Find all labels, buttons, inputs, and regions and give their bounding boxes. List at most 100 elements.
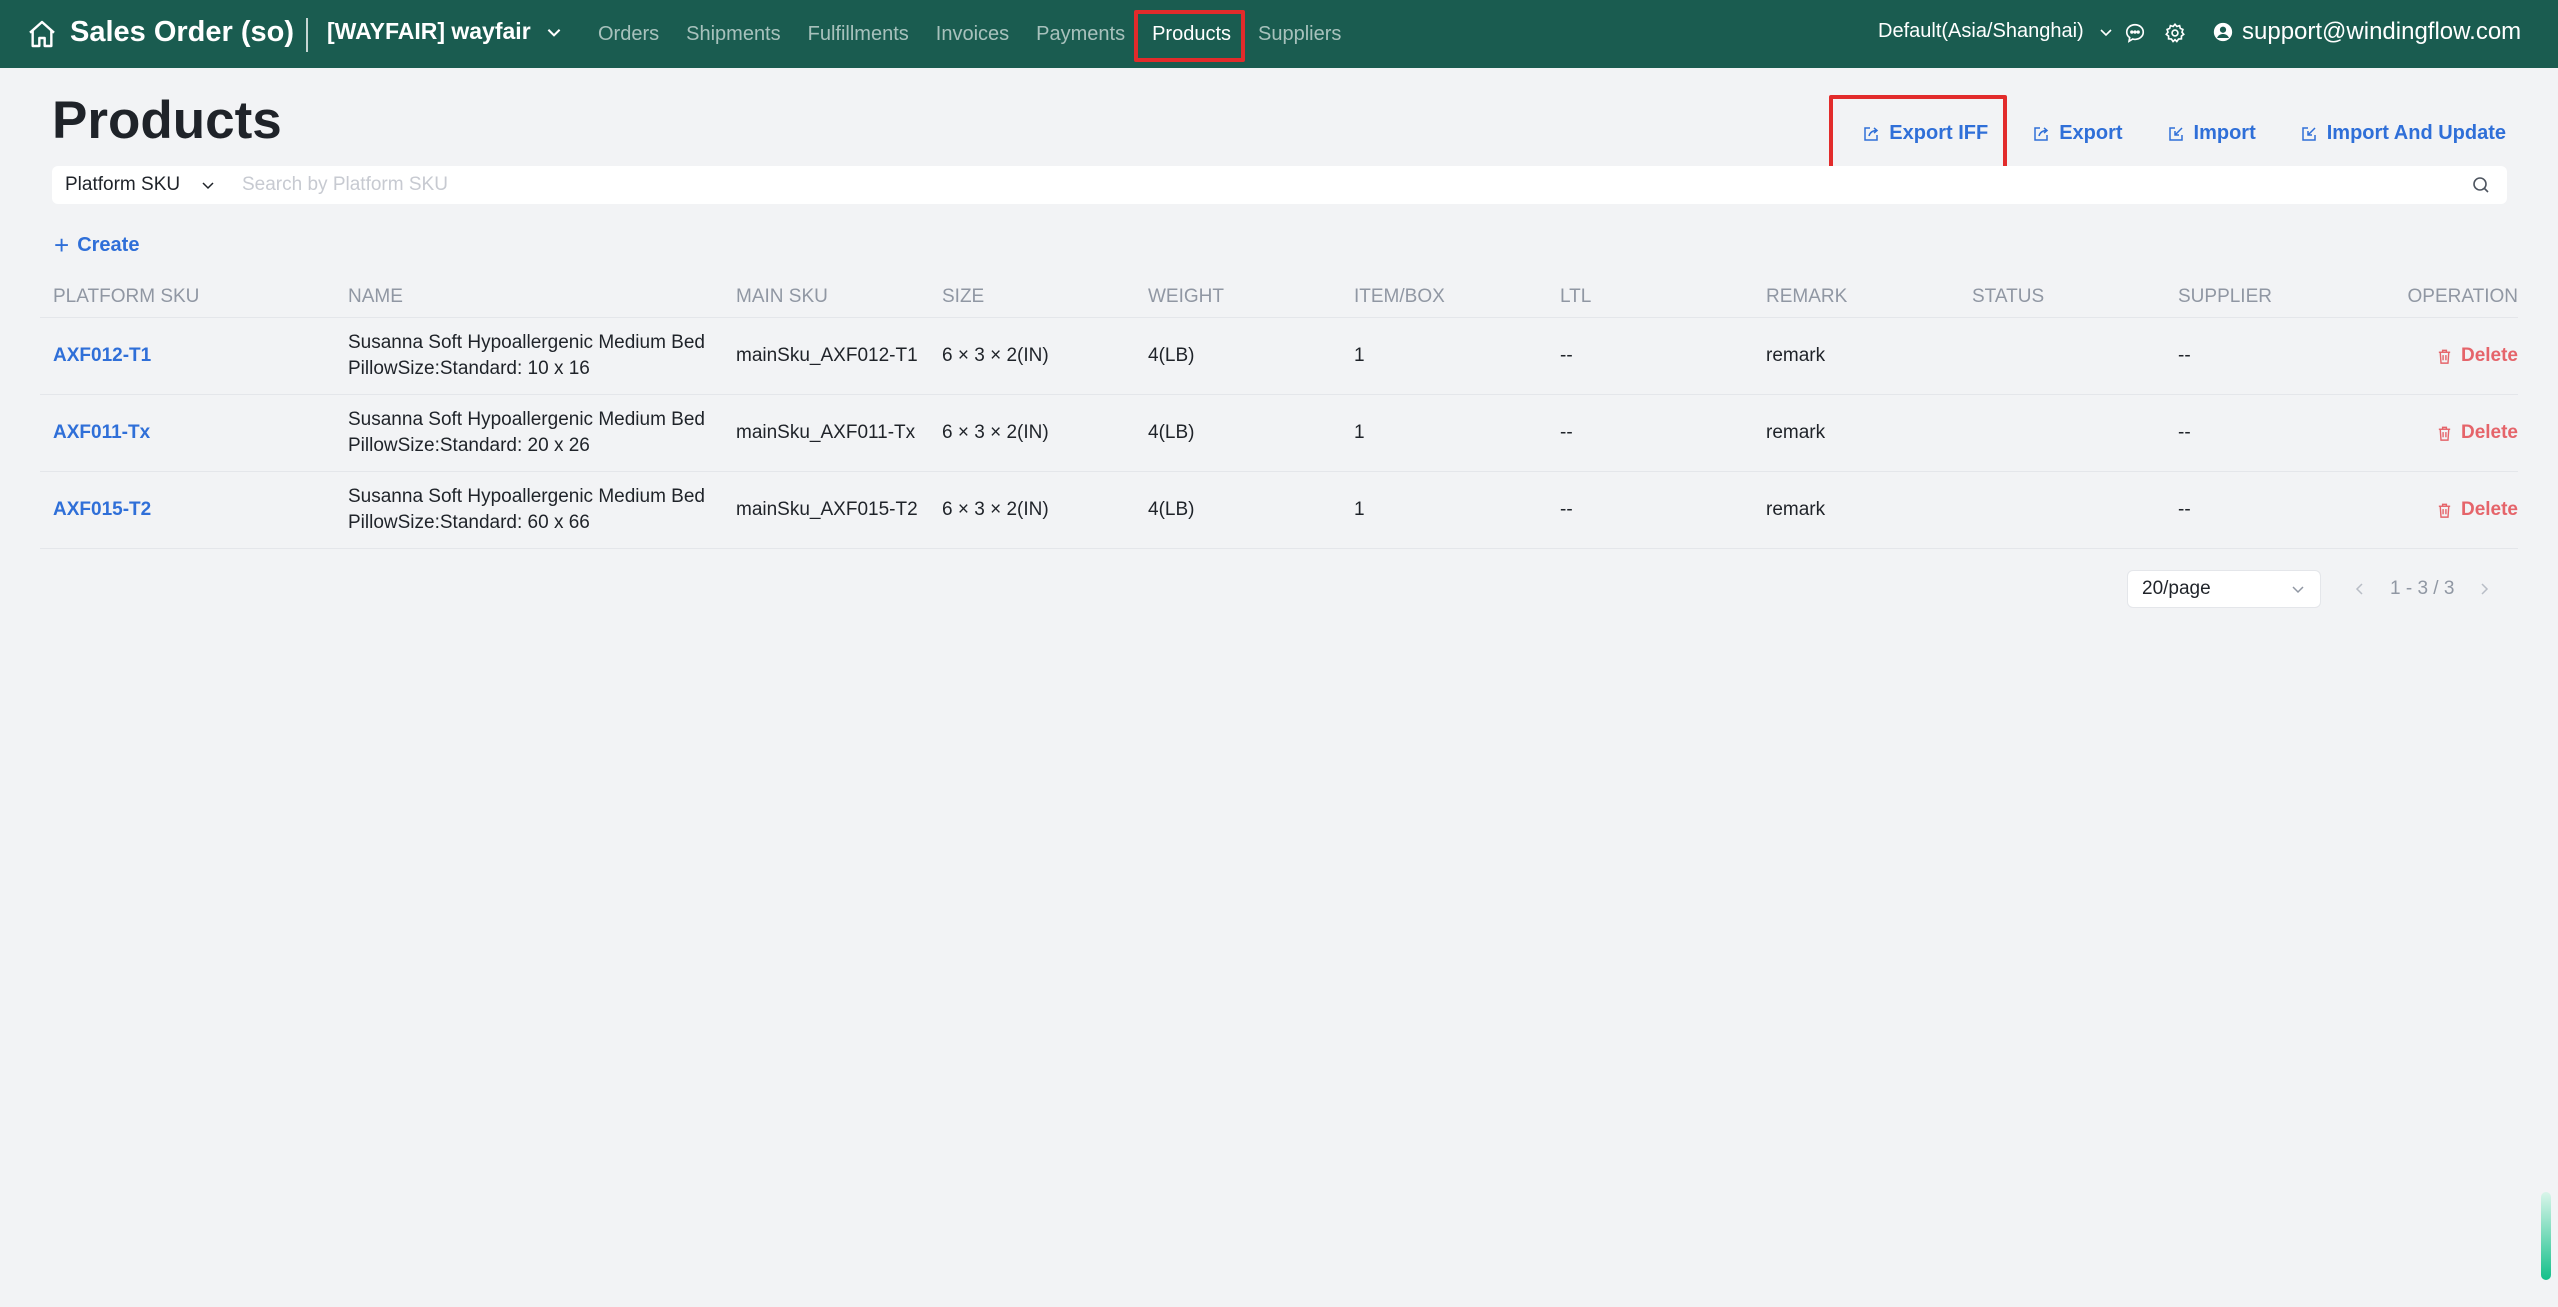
column-header-name: NAME xyxy=(348,285,403,307)
highlight-box xyxy=(1829,95,2008,175)
timezone-label: Default(Asia/Shanghai) xyxy=(1878,20,2084,42)
store-selector[interactable]: [WAYFAIR] wayfair xyxy=(327,18,563,45)
column-header-supplier: SUPPLIER xyxy=(2178,285,2272,307)
delete-label: Delete xyxy=(2460,499,2518,520)
supplier-value: -- xyxy=(2178,345,2191,366)
trash-icon xyxy=(2438,349,2451,364)
column-header-size: SIZE xyxy=(942,285,985,307)
product-name: Susanna Soft Hypoallergenic Medium Bed P… xyxy=(348,486,705,533)
user-email: support@windingflow.com xyxy=(2242,18,2522,45)
home-icon[interactable] xyxy=(26,18,58,50)
supplier-value: -- xyxy=(2178,499,2191,520)
export-label: Export xyxy=(2059,122,2123,144)
main-sku: mainSku_AXF011-Tx xyxy=(736,422,916,443)
weight-value: 4(LB) xyxy=(1148,345,1195,366)
item-box-value: 1 xyxy=(1354,422,1365,443)
supplier-value: -- xyxy=(2178,422,2191,443)
trash-icon xyxy=(2438,426,2451,441)
delete-label: Delete xyxy=(2460,422,2518,443)
top-navigation-bar: Sales Order (so) [WAYFAIR] wayfair Order… xyxy=(0,0,2558,68)
page-actions: Export IFF Export Import Import And Upda… xyxy=(1829,95,2506,175)
remark-value: remark xyxy=(1766,345,1826,366)
main-sku: mainSku_AXF015-T2 xyxy=(736,499,918,520)
import-icon xyxy=(2168,126,2183,141)
main-sku: mainSku_AXF012-T1 xyxy=(736,345,918,366)
highlight-box xyxy=(1134,9,1246,62)
import-label: Import xyxy=(2193,122,2256,144)
column-header-status: STATUS xyxy=(1972,285,2045,307)
chevron-down-icon xyxy=(202,182,214,190)
remark-value: remark xyxy=(1766,422,1826,443)
main-nav: Orders Shipments Fulfillments Invoices P… xyxy=(598,0,1368,68)
search-bar: Platform SKU xyxy=(52,166,2507,204)
nav-products[interactable]: Products xyxy=(1134,9,1246,62)
delete-button[interactable]: Delete xyxy=(2436,422,2518,444)
search-field-selector[interactable]: Platform SKU xyxy=(52,166,227,204)
search-input[interactable] xyxy=(227,166,2471,204)
title-divider xyxy=(306,18,308,52)
nav-payments[interactable]: Payments xyxy=(1036,23,1125,46)
user-icon xyxy=(2213,22,2233,42)
nav-shipments[interactable]: Shipments xyxy=(686,23,781,46)
column-header-main-sku: MAIN SKU xyxy=(736,285,828,307)
import-and-update-label: Import And Update xyxy=(2326,122,2506,144)
products-table: PLATFORM SKU NAME MAIN SKU SIZE WEIGHT I… xyxy=(40,276,2518,549)
import-icon xyxy=(2302,126,2316,141)
chat-icon[interactable] xyxy=(2124,22,2146,44)
nav-invoices[interactable]: Invoices xyxy=(936,23,1009,46)
delete-button[interactable]: Delete xyxy=(2436,499,2518,521)
export-iff-button[interactable]: Export IFF xyxy=(1829,95,2008,175)
export-icon xyxy=(2034,126,2049,141)
table-row: AXF012-T1 Susanna Soft Hypoallergenic Me… xyxy=(40,318,2518,395)
ltl-value: -- xyxy=(1560,345,1573,366)
search-field-label: Platform SKU xyxy=(65,174,181,195)
table-row: AXF011-Tx Susanna Soft Hypoallergenic Me… xyxy=(40,395,2518,472)
delete-button[interactable]: Delete xyxy=(2436,345,2518,367)
chevron-down-icon xyxy=(547,28,560,37)
user-menu[interactable]: support@windingflow.com xyxy=(2212,18,2521,46)
weight-value: 4(LB) xyxy=(1148,422,1195,443)
chevron-down-icon xyxy=(2292,586,2304,594)
product-name: Susanna Soft Hypoallergenic Medium Bed P… xyxy=(348,332,705,379)
page-size-label: 20/page xyxy=(2142,578,2211,599)
timezone-selector[interactable]: Default(Asia/Shanghai) xyxy=(1878,20,2114,43)
nav-suppliers[interactable]: Suppliers xyxy=(1258,23,1341,46)
pagination: 1 - 3 / 3 xyxy=(2352,570,2492,608)
scroll-indicator[interactable] xyxy=(2541,1192,2551,1280)
app-title: Sales Order (so) xyxy=(70,16,295,48)
size-value: 6 × 3 × 2(IN) xyxy=(942,499,1049,520)
page-size-selector[interactable]: 20/page xyxy=(2127,570,2321,608)
platform-sku-link[interactable]: AXF015-T2 xyxy=(53,499,151,521)
platform-sku-link[interactable]: AXF011-Tx xyxy=(53,422,150,444)
column-header-item-box: ITEM/BOX xyxy=(1354,285,1445,307)
plus-icon: + xyxy=(54,230,70,260)
chevron-down-icon xyxy=(2100,28,2112,36)
size-value: 6 × 3 × 2(IN) xyxy=(942,422,1049,443)
column-header-ltl: LTL xyxy=(1560,285,1592,307)
create-button[interactable]: + Create xyxy=(54,232,139,258)
chevron-left-icon[interactable] xyxy=(2352,581,2368,597)
platform-sku-link[interactable]: AXF012-T1 xyxy=(53,345,151,367)
column-header-weight: WEIGHT xyxy=(1148,285,1224,307)
ltl-value: -- xyxy=(1560,422,1573,443)
search-icon[interactable] xyxy=(2471,175,2491,195)
export-button[interactable]: Export xyxy=(2032,122,2123,145)
chevron-right-icon[interactable] xyxy=(2476,581,2492,597)
remark-value: remark xyxy=(1766,499,1826,520)
column-header-remark: REMARK xyxy=(1766,285,1848,307)
gear-icon[interactable] xyxy=(2164,22,2186,44)
import-button[interactable]: Import xyxy=(2167,122,2256,145)
import-and-update-button[interactable]: Import And Update xyxy=(2300,122,2506,145)
weight-value: 4(LB) xyxy=(1148,499,1195,520)
page-range: 1 - 3 / 3 xyxy=(2390,578,2455,599)
table-row: AXF015-T2 Susanna Soft Hypoallergenic Me… xyxy=(40,472,2518,549)
size-value: 6 × 3 × 2(IN) xyxy=(942,345,1049,366)
delete-label: Delete xyxy=(2460,345,2518,366)
column-header-operation: OPERATION xyxy=(2407,285,2519,307)
item-box-value: 1 xyxy=(1354,345,1365,366)
trash-icon xyxy=(2438,503,2451,518)
nav-orders[interactable]: Orders xyxy=(598,23,659,46)
nav-fulfillments[interactable]: Fulfillments xyxy=(808,23,909,46)
store-label: [WAYFAIR] wayfair xyxy=(327,18,531,44)
table-header: PLATFORM SKU NAME MAIN SKU SIZE WEIGHT I… xyxy=(40,276,2518,318)
